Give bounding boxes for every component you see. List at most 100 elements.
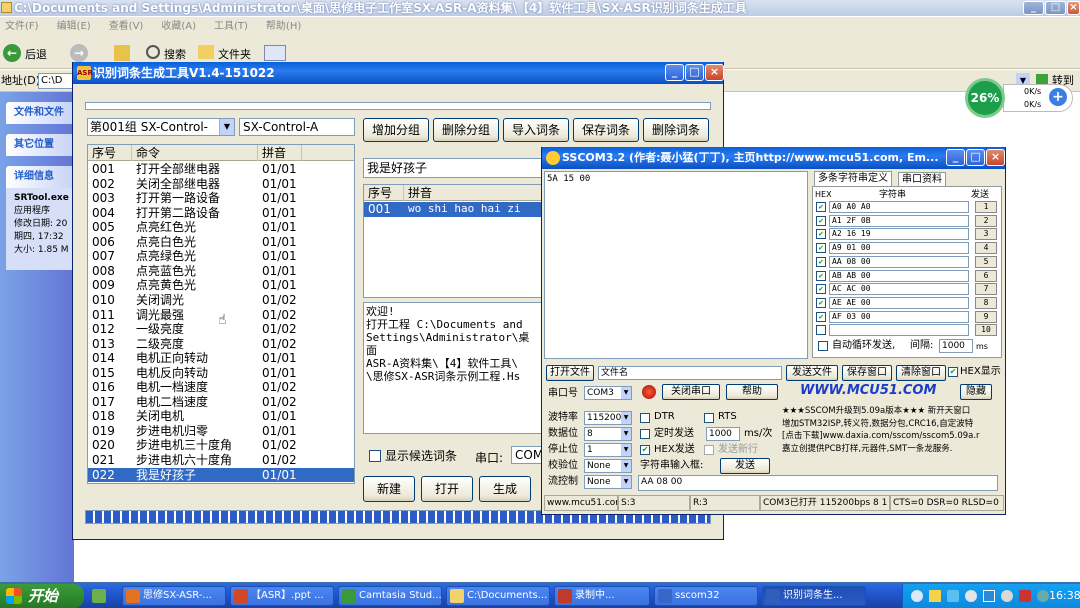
help-button[interactable]: 帮助 xyxy=(726,384,778,400)
close-icon[interactable]: × xyxy=(705,64,724,81)
menu-help[interactable]: 帮助(H) xyxy=(266,21,301,32)
send-number-button[interactable]: 5 xyxy=(975,255,997,268)
search-icon[interactable] xyxy=(146,45,160,59)
minimize-icon[interactable]: _ xyxy=(1023,1,1044,15)
chevron-down-icon[interactable]: ▼ xyxy=(621,412,631,424)
table-row[interactable]: 021 步进电机六十度角 01/02 xyxy=(88,453,354,468)
hex-checkbox[interactable]: ✔ xyxy=(816,297,826,308)
chevron-down-icon[interactable]: ▼ xyxy=(621,460,631,472)
table-row[interactable]: 014 电机正向转动 01/01 xyxy=(88,351,354,366)
send-number-button[interactable]: 8 xyxy=(975,296,997,309)
receive-area[interactable]: 5A 15 00 xyxy=(544,171,808,359)
save-window-button[interactable]: 保存窗口 xyxy=(842,365,892,381)
tray-icon[interactable] xyxy=(983,590,995,602)
network-meter[interactable]: 0K/s 0K/s 26% + xyxy=(965,78,1077,118)
chevron-down-icon[interactable]: ▼ xyxy=(621,387,631,399)
menu-edit[interactable]: 编辑(E) xyxy=(57,21,91,32)
chevron-down-icon[interactable]: ▼ xyxy=(621,476,631,488)
hex-checkbox[interactable]: ✔ xyxy=(816,256,826,267)
tray-icon[interactable] xyxy=(911,590,923,602)
maximize-icon[interactable]: □ xyxy=(685,64,704,81)
address-input[interactable]: C:\D xyxy=(38,73,74,89)
close-port-button[interactable]: 关闭串口 xyxy=(662,384,720,400)
taskbar-item[interactable]: 【ASR】.ppt ... xyxy=(230,586,334,606)
col-pinyin[interactable]: 拼音 xyxy=(258,145,302,161)
generate-button[interactable]: 生成 xyxy=(479,476,531,502)
send-file-button[interactable]: 发送文件 xyxy=(786,365,838,381)
table-row[interactable]: 003 打开第一路设备 01/01 xyxy=(88,191,354,206)
send-number-button[interactable]: 4 xyxy=(975,242,997,255)
details-header[interactable]: 详细信息 xyxy=(6,166,74,188)
folders-button[interactable]: 文件夹 xyxy=(218,46,251,62)
up-folder-icon[interactable] xyxy=(114,45,130,61)
tab-port-info[interactable]: 串口资料 xyxy=(898,172,946,187)
table-row[interactable]: 005 点亮红色光 01/01 xyxy=(88,220,354,235)
phrase-input[interactable]: 我是好孩子 xyxy=(363,158,543,178)
table-row[interactable]: 008 点亮蓝色光 01/01 xyxy=(88,264,354,279)
generator-title-bar[interactable]: ASR 识别词条生成工具V1.4-151022 _ □ × xyxy=(73,62,724,84)
file-name-input[interactable]: 文件名 xyxy=(598,366,782,380)
table-row[interactable]: 016 电机一档速度 01/02 xyxy=(88,380,354,395)
table-row[interactable]: 017 电机二档速度 01/02 xyxy=(88,395,354,410)
taskbar-item[interactable]: Camtasia Stud... xyxy=(338,586,442,606)
auto-loop-checkbox[interactable] xyxy=(818,341,828,351)
col-pinyin-text[interactable]: 拼音 xyxy=(404,185,542,201)
open-button[interactable]: 打开 xyxy=(421,476,473,502)
send-number-button[interactable]: 6 xyxy=(975,269,997,282)
table-row[interactable]: 004 打开第二路设备 01/01 xyxy=(88,206,354,221)
send-number-button[interactable]: 10 xyxy=(975,324,997,337)
taskbar-item[interactable]: 识别词条生... xyxy=(762,586,866,606)
quick-launch-icon[interactable] xyxy=(92,589,106,603)
rts-checkbox[interactable] xyxy=(704,413,714,423)
hex-checkbox[interactable]: ✔ xyxy=(816,270,826,281)
folders-icon[interactable] xyxy=(198,45,214,59)
table-row[interactable]: 006 点亮白色光 01/01 xyxy=(88,235,354,250)
hex-checkbox[interactable]: ✔ xyxy=(816,215,826,226)
string-input[interactable] xyxy=(829,324,969,337)
hex-checkbox[interactable]: ✔ xyxy=(816,243,826,254)
chevron-down-icon[interactable]: ▼ xyxy=(621,428,631,440)
timed-send-checkbox[interactable] xyxy=(640,429,650,439)
send-newline-checkbox[interactable] xyxy=(704,445,714,455)
close-icon[interactable]: × xyxy=(1067,1,1080,15)
pinyin-list[interactable]: 序号 拼音 001 wo shi hao hai zi xyxy=(363,184,543,298)
port-select[interactable]: COM3 xyxy=(511,446,543,464)
new-button[interactable]: 新建 xyxy=(363,476,415,502)
table-row[interactable]: 007 点亮绿色光 01/01 xyxy=(88,249,354,264)
group-select[interactable]: 第001组 SX-Control- ▼ xyxy=(87,118,235,136)
col-pinyin-index[interactable]: 序号 xyxy=(364,185,404,201)
send-input[interactable]: AA 08 00 xyxy=(638,475,998,491)
menu-view[interactable]: 查看(V) xyxy=(109,21,144,32)
col-index[interactable]: 序号 xyxy=(88,145,132,161)
minimize-icon[interactable]: _ xyxy=(946,149,965,166)
menu-tools[interactable]: 工具(T) xyxy=(214,21,248,32)
interval-input[interactable]: 1000 xyxy=(939,339,973,353)
clear-window-button[interactable]: 清除窗口 xyxy=(896,365,946,381)
parity-select[interactable]: None ▼ xyxy=(584,459,632,473)
back-button[interactable]: 后退 xyxy=(25,46,47,62)
clock[interactable]: 16:38 xyxy=(1049,584,1080,608)
send-button[interactable]: 发送 xyxy=(720,458,770,474)
forward-arrow-icon[interactable]: → xyxy=(70,44,88,62)
table-row[interactable]: 020 步进电机三十度角 01/02 xyxy=(88,438,354,453)
file-tasks-header[interactable]: 文件和文件 xyxy=(6,102,74,124)
taskbar-item[interactable]: sscom32 xyxy=(654,586,758,606)
string-input[interactable]: AC AC 00 xyxy=(829,283,969,296)
import-entries-button[interactable]: 导入词条 xyxy=(503,118,569,142)
tab-multi-strings[interactable]: 多条字符串定义 xyxy=(814,171,892,186)
delete-entry-button[interactable]: 删除词条 xyxy=(643,118,709,142)
save-entries-button[interactable]: 保存词条 xyxy=(573,118,639,142)
hex-checkbox[interactable]: ✔ xyxy=(816,284,826,295)
baud-select[interactable]: 115200 ▼ xyxy=(584,411,632,425)
hex-checkbox[interactable]: ✔ xyxy=(816,229,826,240)
ad-panel[interactable]: ★★★SSCOM升级到5.09a版本★★★ 新开天窗口 增加STM32ISP,转… xyxy=(782,405,1002,473)
views-icon[interactable] xyxy=(264,45,286,61)
mcu51-brand[interactable]: WWW.MCU51.COM xyxy=(800,383,936,398)
tray-icon[interactable] xyxy=(947,590,959,602)
string-input[interactable]: A1 2F 0B xyxy=(829,214,969,227)
hex-send-checkbox[interactable]: ✔ xyxy=(640,445,650,455)
table-row[interactable]: 018 关闭电机 01/01 xyxy=(88,409,354,424)
table-row[interactable]: 009 点亮黄色光 01/01 xyxy=(88,278,354,293)
table-row[interactable]: 013 二级亮度 01/02 xyxy=(88,337,354,352)
tray-icon[interactable] xyxy=(1001,590,1013,602)
